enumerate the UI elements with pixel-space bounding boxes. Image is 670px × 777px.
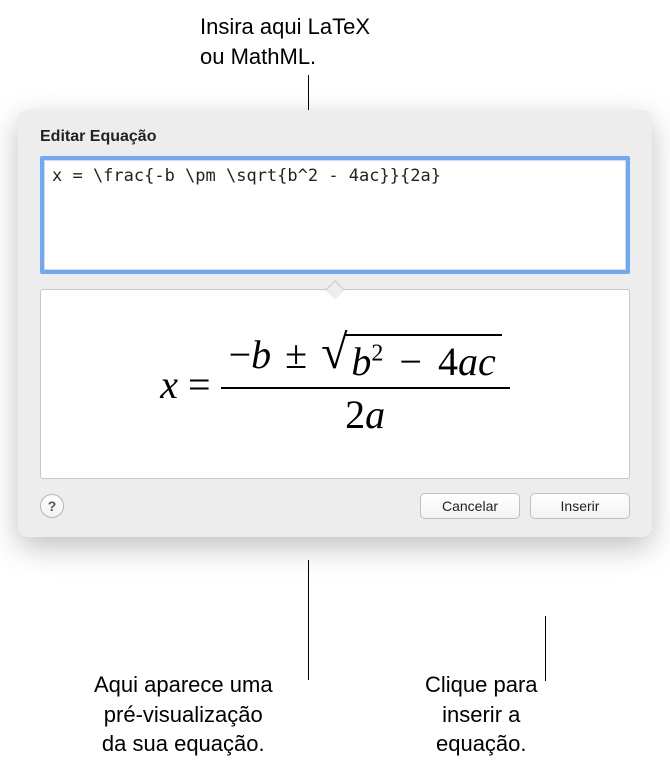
eq-b: b: [251, 332, 271, 377]
eq-c: c: [478, 339, 496, 384]
callout-bottom-left: Aqui aparece uma pré-visualização da sua…: [94, 670, 273, 759]
dialog-title: Editar Equação: [40, 128, 630, 146]
cancel-button[interactable]: Cancelar: [420, 493, 520, 519]
eq-four: 4: [438, 339, 458, 384]
callout-bottom-right: Clique para inserir a equação.: [425, 670, 538, 759]
eq-a: a: [458, 339, 478, 384]
insert-button[interactable]: Inserir: [530, 493, 630, 519]
callout-top-text: Insira aqui LaTeX ou MathML.: [200, 14, 370, 69]
equation-preview: x = −b ± √ b2 − 4ac: [40, 289, 630, 479]
callout-line-bottom-left: [308, 560, 309, 680]
eq-equals: =: [188, 361, 211, 408]
eq-sqrt: √ b2 − 4ac: [321, 334, 502, 385]
callout-bottom-left-text: Aqui aparece uma pré-visualização da sua…: [94, 672, 273, 756]
eq-minus: −: [229, 332, 252, 377]
edit-equation-dialog: Editar Equação x = −b ± √ b2 − 4ac: [18, 110, 652, 537]
eq-fraction: −b ± √ b2 − 4ac 2a: [221, 329, 510, 440]
rendered-equation: x = −b ± √ b2 − 4ac: [160, 329, 510, 440]
callout-line-bottom-right: [545, 616, 546, 681]
eq-b2: b: [351, 339, 371, 384]
eq-a2: a: [365, 392, 385, 437]
dialog-footer: ? Cancelar Inserir: [40, 493, 630, 519]
sqrt-icon: √: [321, 334, 347, 372]
help-button[interactable]: ?: [40, 494, 64, 518]
eq-sup2: 2: [371, 340, 383, 366]
eq-minus2: −: [399, 339, 422, 384]
equation-input[interactable]: [40, 156, 630, 274]
eq-pm: ±: [285, 332, 307, 377]
callout-top: Insira aqui LaTeX ou MathML.: [200, 12, 370, 71]
callout-bottom-right-text: Clique para inserir a equação.: [425, 672, 538, 756]
eq-two: 2: [345, 392, 365, 437]
eq-lhs: x: [160, 361, 178, 408]
help-icon: ?: [48, 498, 57, 514]
preview-connector-icon: [325, 280, 345, 300]
eq-numerator: −b ± √ b2 − 4ac: [221, 329, 510, 387]
eq-denominator: 2a: [337, 389, 393, 440]
eq-sqrt-content: b2 − 4ac: [345, 334, 501, 385]
